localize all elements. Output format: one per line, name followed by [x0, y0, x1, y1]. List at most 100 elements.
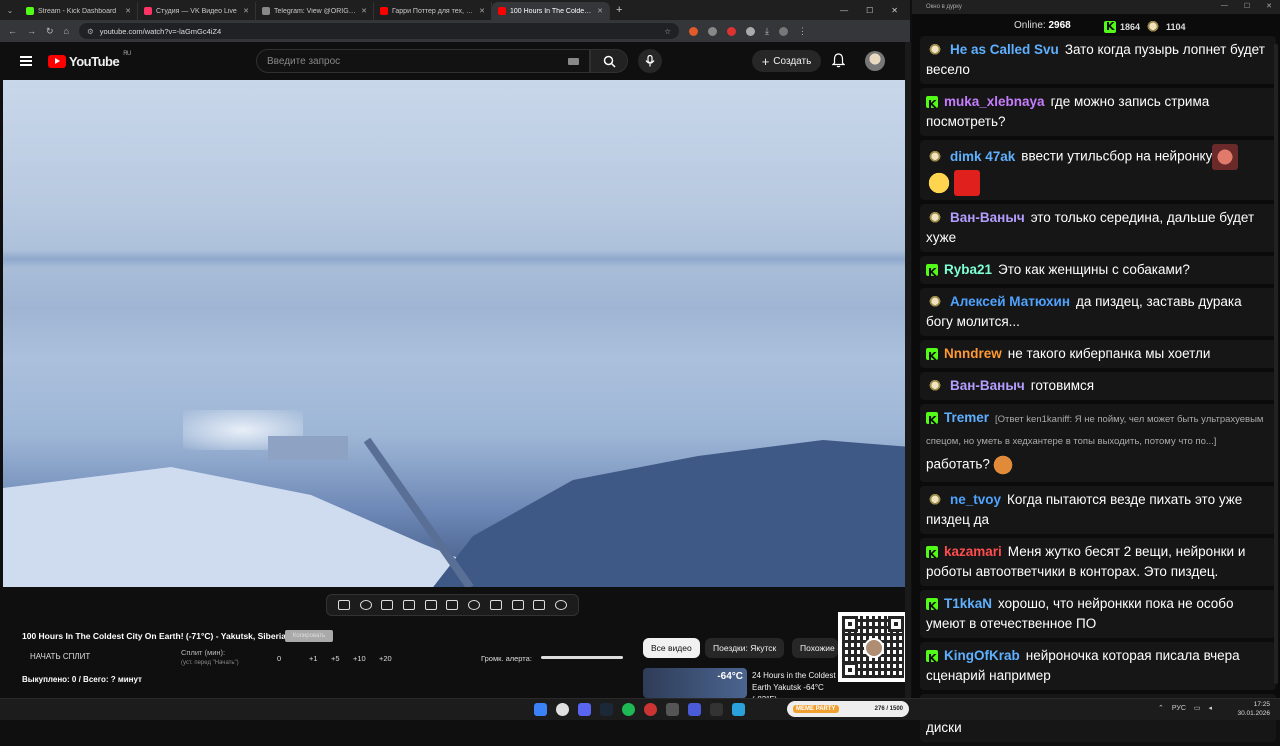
menu-icon[interactable]: ⋮	[798, 26, 807, 37]
chat-username[interactable]: KingOfKrab	[944, 648, 1020, 663]
split-add-button[interactable]: +20	[379, 654, 392, 663]
chat-username[interactable]: Ryba21	[944, 262, 992, 277]
split-add-button[interactable]: +5	[331, 654, 340, 663]
notifications-bell-icon[interactable]	[832, 53, 845, 68]
new-tab-button[interactable]: +	[616, 4, 622, 16]
plus-icon: +	[761, 53, 770, 69]
close-icon[interactable]: ✕	[361, 7, 367, 15]
recommended-video-thumbnail[interactable]: -64°C	[643, 668, 747, 698]
split-add-button[interactable]: +1	[309, 654, 318, 663]
media-player-icon[interactable]	[688, 703, 701, 716]
chat-username[interactable]: Ван-Ваныч	[950, 210, 1025, 225]
discord-icon[interactable]	[578, 703, 591, 716]
alert-volume-slider[interactable]	[541, 656, 623, 659]
minimize-icon[interactable]: —	[1221, 2, 1228, 10]
close-icon[interactable]: ✕	[125, 7, 131, 15]
maximize-icon[interactable]: ☐	[866, 6, 873, 15]
voice-search-button[interactable]	[638, 49, 662, 73]
search-button[interactable]	[590, 49, 628, 73]
chat-text: Это как женщины с собаками?	[998, 262, 1190, 277]
keyboard-icon[interactable]	[568, 57, 579, 65]
bookmark-star-icon[interactable]: ☆	[664, 27, 671, 36]
back-icon[interactable]: ←	[8, 26, 17, 36]
youtube-logo[interactable]: YouTube RU	[48, 51, 131, 69]
face-emote-icon	[1212, 144, 1239, 170]
chip-related[interactable]: Похожие	[792, 638, 838, 658]
obs-icon[interactable]	[644, 703, 657, 716]
screenshot-icon[interactable]	[511, 600, 524, 610]
browser-tab[interactable]: Telegram: View @ORIGINALDA... ✕	[256, 2, 374, 20]
close-icon[interactable]: ✕	[597, 7, 603, 15]
microphone-icon	[645, 55, 655, 67]
extension-icon[interactable]	[688, 26, 698, 36]
frames-icon[interactable]	[446, 600, 459, 610]
chevron-up-icon[interactable]: ⌃	[1158, 704, 1164, 712]
search-input[interactable]: Введите запрос	[256, 49, 590, 73]
create-button[interactable]: + Создать	[752, 50, 821, 72]
chat-username[interactable]: muka_xlebnaya	[944, 94, 1045, 109]
close-window-icon[interactable]: ✕	[891, 6, 898, 15]
spotify-icon[interactable]	[622, 703, 635, 716]
chat-username[interactable]: Ван-Ваныч	[950, 378, 1025, 393]
browser-tab[interactable]: Студия — VK Видео Live ✕	[138, 2, 256, 20]
pip-icon[interactable]	[424, 600, 437, 610]
minimize-icon[interactable]: —	[840, 6, 848, 15]
speed-icon[interactable]	[468, 600, 481, 610]
chat-scrollbar[interactable]	[1274, 44, 1278, 684]
split-add-button[interactable]: 0	[277, 654, 281, 663]
browser-tab[interactable]: Гарри Поттер для тех, кто вы...✕	[374, 2, 492, 20]
home-icon[interactable]: ⌂	[64, 26, 69, 36]
settings-gear-icon[interactable]	[555, 600, 568, 610]
chip-yakutsk-trips[interactable]: Поездки: Якутск	[705, 638, 785, 658]
telegram-icon[interactable]	[732, 703, 745, 716]
chat-username[interactable]: He as Called Svu	[950, 42, 1059, 57]
reload-icon[interactable]: ↻	[46, 26, 54, 37]
close-window-icon[interactable]: ✕	[1266, 2, 1272, 10]
site-info-icon[interactable]: ⚙	[87, 27, 94, 36]
steam-icon[interactable]	[600, 703, 613, 716]
split-add-button[interactable]: +10	[353, 654, 366, 663]
user-avatar[interactable]	[865, 51, 885, 71]
system-clock[interactable]: 17:25 30.01.2026	[1237, 700, 1270, 718]
tab-search-icon[interactable]: ⌄	[0, 6, 20, 15]
start-split-button[interactable]: НАЧАТЬ СПЛИТ	[30, 652, 90, 661]
video-player[interactable]	[3, 80, 905, 587]
extension-icon[interactable]	[726, 26, 736, 36]
maximize-icon[interactable]: ☐	[1244, 2, 1250, 10]
app-icon[interactable]	[666, 703, 679, 716]
app-icon[interactable]	[710, 703, 723, 716]
extension-icon[interactable]	[745, 26, 755, 36]
audio-icon[interactable]	[359, 600, 372, 610]
hamburger-menu-icon[interactable]	[20, 54, 32, 69]
extension-icon[interactable]	[707, 26, 717, 36]
chip-all-videos[interactable]: Все видео	[643, 638, 700, 658]
chat-username[interactable]: ne_tvoy	[950, 492, 1001, 507]
profile-icon[interactable]	[778, 26, 788, 36]
windows-start-icon[interactable]	[534, 703, 547, 716]
chrome-icon[interactable]	[556, 703, 569, 716]
tab-label: Telegram: View @ORIGINALDA...	[274, 7, 357, 15]
forward-icon[interactable]: →	[27, 26, 36, 36]
chat-username[interactable]: Алексей Матюхин	[950, 294, 1070, 309]
close-icon[interactable]: ✕	[479, 7, 485, 15]
loop-icon[interactable]	[337, 600, 350, 610]
chat-username[interactable]: dimk 47ak	[950, 149, 1015, 164]
download-icon[interactable]: ⤓	[765, 26, 769, 37]
laughing-emoji-icon	[926, 170, 952, 196]
browser-tab[interactable]: Stream - Kick Dashboard ✕	[20, 2, 138, 20]
chat-username[interactable]: kazamari	[944, 544, 1002, 559]
browser-tab-active[interactable]: 100 Hours In The Coldest City... ✕	[492, 2, 610, 20]
close-icon[interactable]: ✕	[243, 7, 249, 15]
chat-username[interactable]: Nnndrew	[944, 346, 1002, 361]
url-field[interactable]: ⚙ youtube.com/watch?v=-laGmGc4iZ4 ☆	[78, 23, 679, 39]
copy-badge[interactable]: Копировать	[285, 630, 333, 642]
network-icon[interactable]: ▭	[1194, 704, 1201, 712]
watch-icon[interactable]	[381, 600, 394, 610]
film-icon[interactable]	[403, 600, 416, 610]
volume-icon[interactable]: ◂	[1209, 704, 1213, 712]
chat-username[interactable]: T1kkaN	[944, 596, 992, 611]
gamepad-icon[interactable]	[489, 600, 502, 610]
flask-icon[interactable]	[533, 600, 546, 610]
language-indicator[interactable]: РУС	[1172, 705, 1186, 712]
chat-username[interactable]: Tremer	[944, 410, 989, 425]
